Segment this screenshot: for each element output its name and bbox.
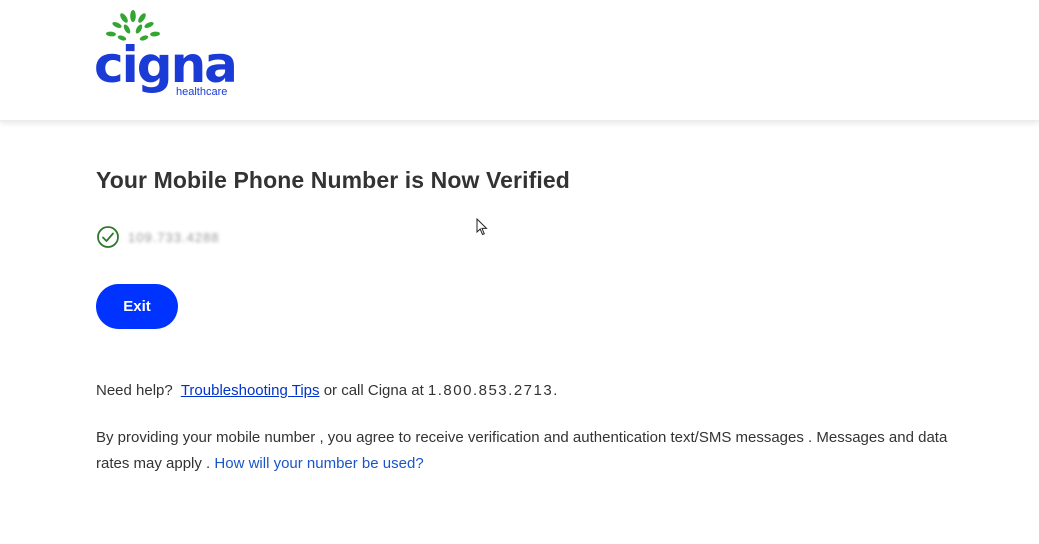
- help-call-text: or call Cigna at: [323, 382, 424, 399]
- svg-text:healthcare: healthcare: [176, 86, 227, 98]
- help-phone-number: 1.800.853.2713: [427, 382, 554, 399]
- mouse-pointer-icon: [476, 217, 488, 236]
- help-prefix: Need help?: [96, 382, 173, 399]
- check-circle-icon: [96, 225, 120, 249]
- cigna-logo[interactable]: cigna healthcare: [94, 8, 254, 100]
- number-usage-link[interactable]: How will your number be used?: [214, 455, 423, 472]
- help-suffix: .: [553, 382, 558, 399]
- site-header: cigna healthcare: [0, 0, 1039, 121]
- help-line: Need help? Troubleshooting Tips or call …: [96, 382, 557, 399]
- troubleshooting-tips-link[interactable]: Troubleshooting Tips: [181, 382, 320, 399]
- exit-button[interactable]: Exit: [96, 284, 178, 329]
- page-title: Your Mobile Phone Number is Now Verified: [96, 167, 570, 193]
- masked-phone-number: 109.733.4288: [128, 229, 220, 245]
- verified-phone-row: 109.733.4288: [96, 225, 220, 249]
- sms-consent-text: By providing your mobile number , you ag…: [96, 425, 956, 477]
